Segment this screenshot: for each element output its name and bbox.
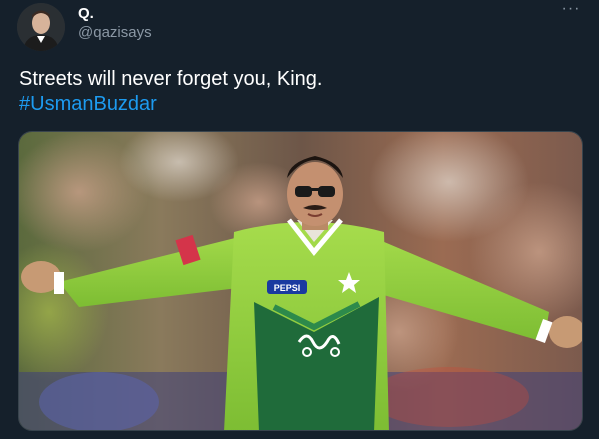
author-handle[interactable]: @qazisays — [78, 24, 152, 42]
author-display-name[interactable]: Q. — [78, 5, 94, 23]
tweet-text: Streets will never forget you, King. #Us… — [19, 67, 579, 117]
tweet-body: Streets will never forget you, King. — [19, 68, 323, 90]
photo-cricketer-celebrating-icon: PEPSI — [19, 132, 582, 430]
hashtag-link[interactable]: #UsmanBuzdar — [19, 92, 579, 117]
profile-photo-icon — [17, 3, 65, 51]
more-options-icon[interactable]: ··· — [557, 0, 585, 22]
tweet-media-image[interactable]: PEPSI — [18, 131, 583, 431]
tweet-card[interactable]: Q. @qazisays ··· Streets will never forg… — [0, 0, 599, 439]
jersey-sponsor-text: PEPSI — [274, 283, 301, 293]
avatar[interactable] — [17, 3, 65, 51]
